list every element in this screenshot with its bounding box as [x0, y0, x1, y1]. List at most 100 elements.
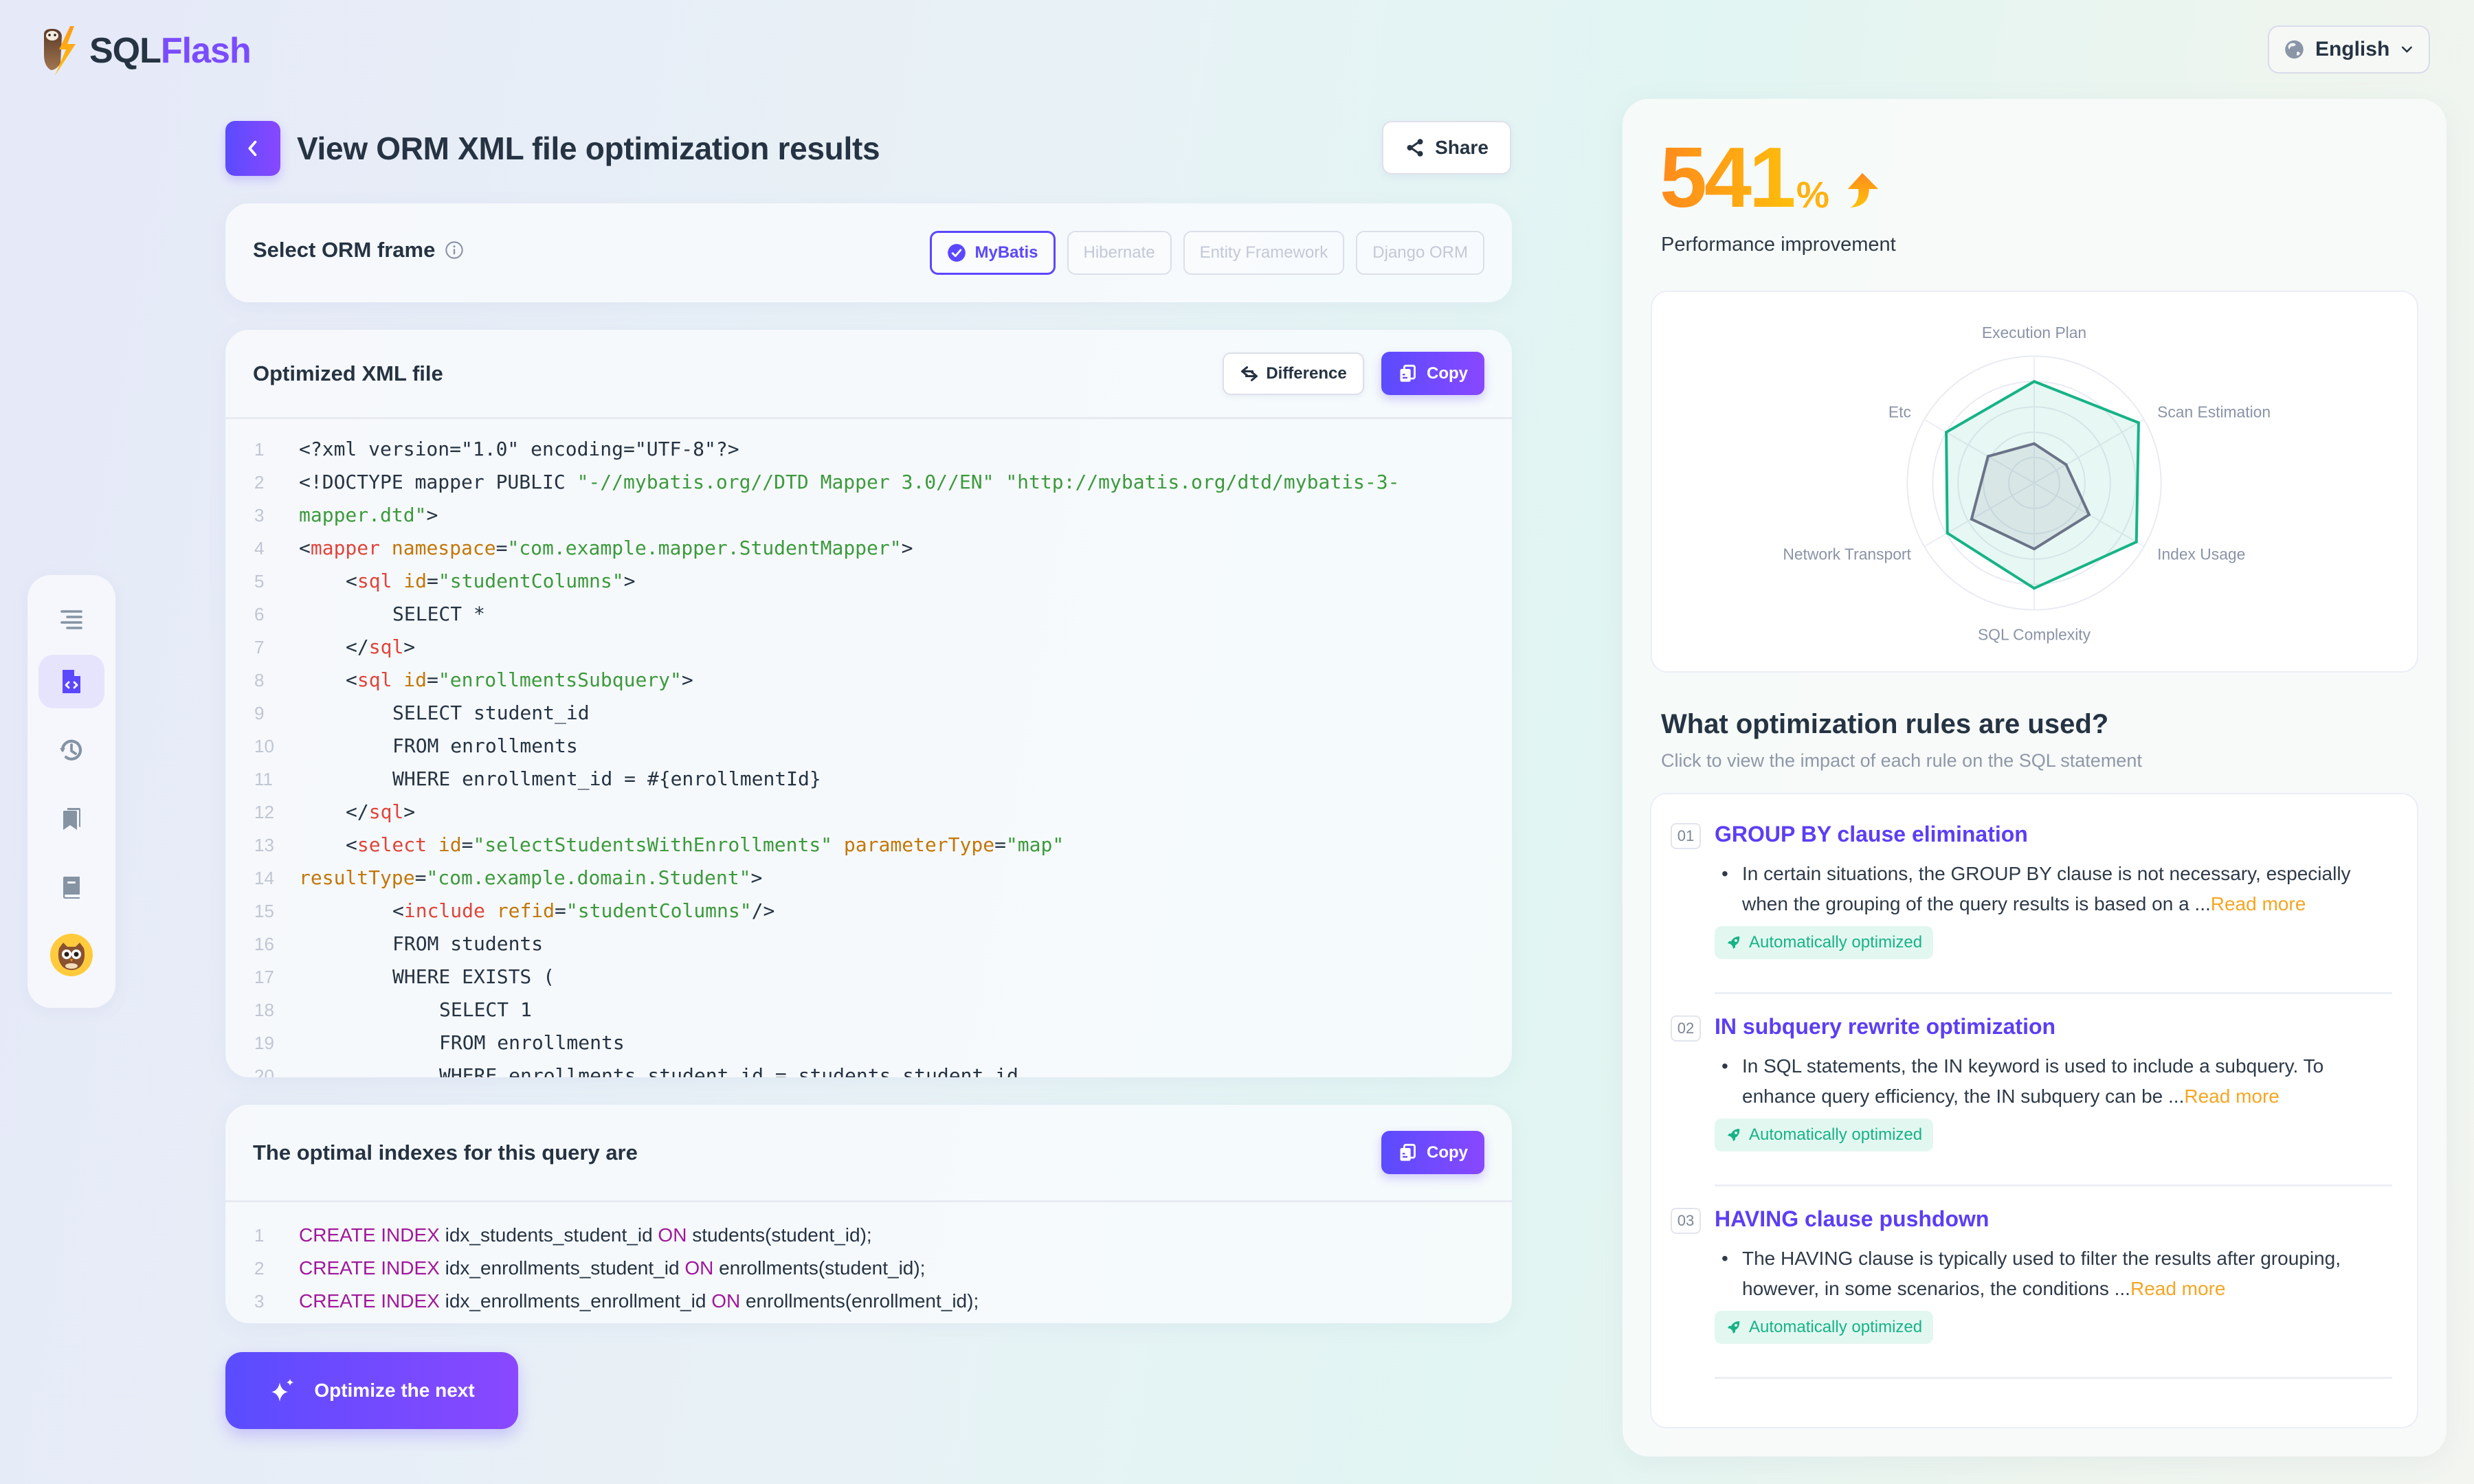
orm-options: MyBatis Hibernate Entity Framework Djang… [930, 231, 1484, 275]
read-more-link[interactable]: Read more [2184, 1086, 2280, 1107]
radar-point-optimized [1946, 531, 1949, 535]
orm-frame-label: Select ORM frame [253, 238, 464, 262]
sidebar-item-xml-file[interactable] [38, 655, 104, 708]
code-token: WHERE enrollment_id = #{enrollmentId} [392, 767, 821, 790]
difference-button[interactable]: Difference [1223, 352, 1364, 395]
app-logo[interactable]: SQLFlash [40, 23, 252, 78]
sparkle-icon [271, 1379, 294, 1402]
radar-point-original [2033, 442, 2036, 445]
sidebar-item-menu[interactable] [38, 593, 104, 647]
code-line: 7 </sql> [225, 631, 1512, 664]
share-label: Share [1435, 137, 1489, 158]
code-token: SELECT * [392, 603, 485, 625]
rule-title[interactable]: IN subquery rewrite optimization [1715, 1014, 2055, 1039]
radar-point-optimized [2033, 587, 2036, 590]
rule-divider [1715, 1184, 2392, 1187]
radar-point-optimized [2135, 540, 2138, 543]
code-line: 10 FROM enrollments [225, 730, 1512, 763]
line-content: FROM enrollments [299, 730, 578, 763]
rocket-icon [1728, 936, 1740, 949]
code-token: WHERE enrollments.student_id = students.… [439, 1064, 1018, 1077]
code-token: > [426, 504, 438, 526]
radar-point-optimized [2033, 380, 2036, 383]
orm-option-django-orm[interactable]: Django ORM [1356, 231, 1484, 275]
line-content: SELECT 1 [299, 993, 532, 1026]
line-content: SELECT student_id [299, 697, 590, 730]
app-name: SQLFlash [89, 31, 252, 71]
rule-title[interactable]: HAVING clause pushdown [1715, 1206, 1989, 1232]
line-number: 6 [254, 604, 265, 625]
line-number: 20 [254, 1066, 274, 1077]
code-token: enrollments(student_id); [713, 1257, 926, 1279]
code-line: 14 resultType="com.example.domain.Student… [225, 862, 1512, 895]
radar-axis-label: SQL Complexity [1978, 626, 2091, 644]
compare-arrows-icon [1241, 366, 1258, 381]
language-value: English [2315, 38, 2390, 60]
line-content: WHERE enrollment_id = #{enrollmentId} [299, 763, 821, 796]
line-content: mapper.dtd"> [299, 499, 438, 532]
page-title: View ORM XML file optimization results [297, 131, 880, 166]
radar-chart: Execution Plan Scan Estimation Index Usage… [1783, 324, 2271, 644]
line-content: <mapper namespace="com.example.mapper.St… [299, 532, 913, 565]
sidebar-item-profile[interactable] [38, 928, 104, 982]
code-line: 16 FROM students [225, 928, 1512, 960]
orm-option-mybatis[interactable]: MyBatis [930, 231, 1056, 275]
radar-chart-card: Execution Plan Scan Estimation Index Usage… [1651, 291, 2418, 673]
sidebar-item-bookmarks[interactable] [38, 792, 104, 846]
read-more-link[interactable]: Read more [2130, 1278, 2226, 1299]
code-token: "studentColumns" [566, 899, 752, 922]
line-number: 4 [254, 538, 265, 559]
line-number: 1 [254, 439, 265, 460]
line-number: 9 [254, 703, 265, 723]
code-token: SELECT 1 [439, 998, 532, 1021]
radar-point-original [2033, 548, 2036, 550]
line-content: WHERE EXISTS ( [299, 960, 555, 993]
copy-xml-button[interactable]: Copy [1381, 352, 1484, 395]
line-number: 18 [254, 1000, 274, 1020]
radar-point-original [1986, 455, 1990, 458]
line-content: CREATE INDEX idx_enrollments_enrollment_… [299, 1285, 979, 1318]
code-line: 15 <include refid="studentColumns"/> [225, 895, 1512, 928]
sidebar-item-docs[interactable] [38, 861, 104, 914]
code-token: = [461, 833, 473, 856]
xml-code-viewer[interactable]: 1 <?xml version="1.0" encoding="UTF-8"?> 2… [225, 433, 1512, 1077]
code-line: 5 <sql id="studentColumns"> [225, 565, 1512, 598]
radar-point-original [1970, 517, 1973, 521]
back-button[interactable] [225, 121, 280, 176]
optimize-next-button[interactable]: Optimize the next [225, 1352, 518, 1429]
chevron-left-icon [248, 140, 257, 157]
code-token: CREATE INDEX [299, 1290, 440, 1312]
code-token: = [555, 899, 566, 922]
code-token: </ [346, 800, 369, 823]
code-line: 1 <?xml version="1.0" encoding="UTF-8"?> [225, 433, 1512, 466]
auto-optimized-badge: Automatically optimized [1715, 926, 1934, 959]
rules-list: 01 GROUP BY clause elimination In certai… [1650, 793, 2418, 1428]
orm-option-entity-framework[interactable]: Entity Framework [1183, 231, 1345, 275]
rule-title[interactable]: GROUP BY clause elimination [1715, 822, 2028, 847]
check-circle-icon [948, 244, 966, 262]
sidebar-item-history[interactable] [38, 723, 104, 777]
indexes-code-viewer[interactable]: 1 CREATE INDEX idx_students_student_id ON… [225, 1219, 1512, 1318]
line-content: <select id="selectStudentsWithEnrollment… [299, 829, 1064, 862]
share-button[interactable]: Share [1382, 121, 1511, 175]
orm-option-hibernate[interactable]: Hibernate [1067, 231, 1172, 275]
code-token: <?xml version="1.0" encoding="UTF-8"?> [299, 438, 739, 460]
code-line: 19 FROM enrollments [225, 1026, 1512, 1059]
line-content: <?xml version="1.0" encoding="UTF-8"?> [299, 433, 739, 466]
code-token: refid [496, 899, 555, 922]
info-icon[interactable] [445, 240, 464, 260]
code-token: > [681, 668, 693, 691]
language-select[interactable]: English [2268, 25, 2430, 74]
rules-title: What optimization rules are used? [1661, 709, 2109, 739]
radar-axis-label: Index Usage [2157, 545, 2245, 563]
radar-axis-label: Execution Plan [1982, 324, 2086, 341]
line-number: 12 [254, 802, 274, 822]
code-line: 20 WHERE enrollments.student_id = student… [225, 1059, 1512, 1077]
copy-indexes-button[interactable]: Copy [1381, 1131, 1484, 1174]
read-more-link[interactable]: Read more [2211, 893, 2306, 914]
